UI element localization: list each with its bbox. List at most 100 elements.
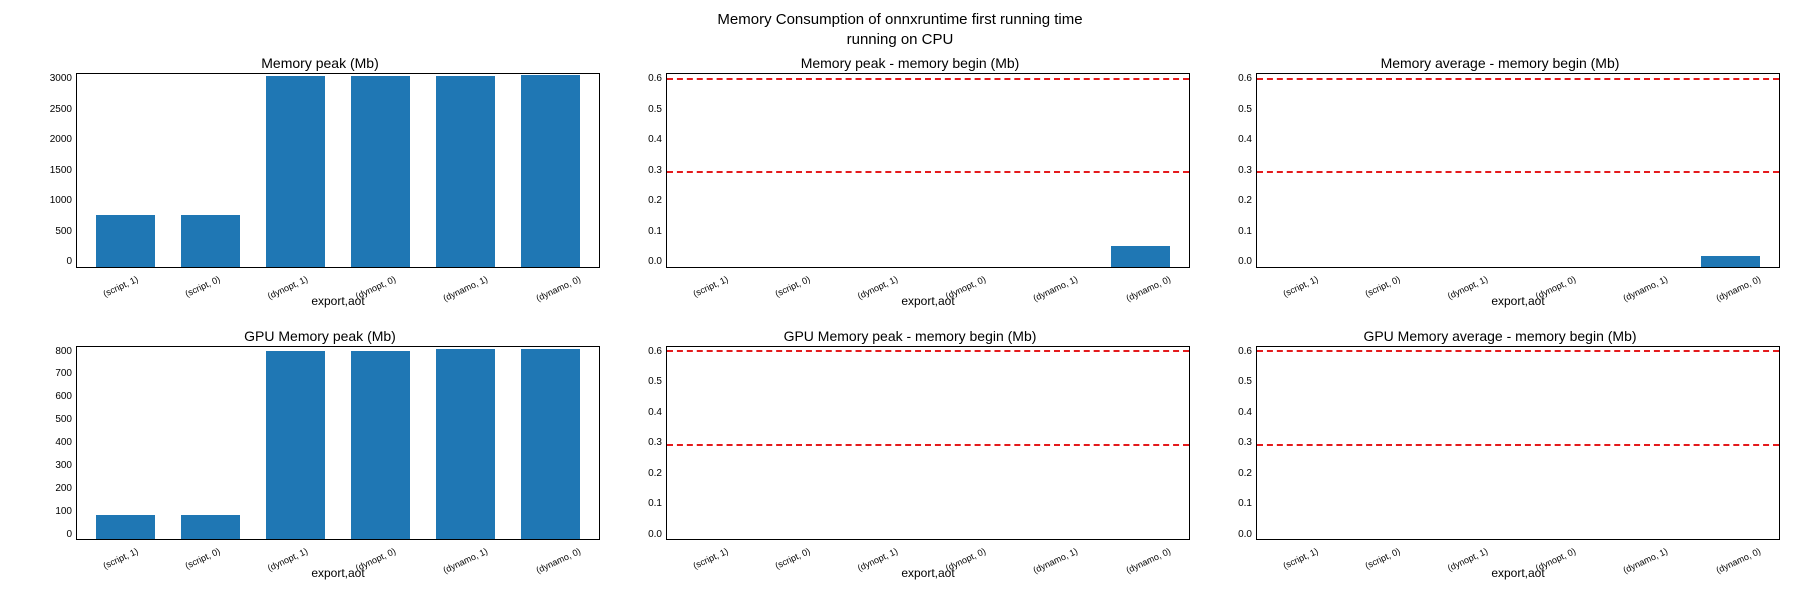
bar-slot <box>758 74 843 267</box>
bar <box>96 215 156 267</box>
y-tick: 2000 <box>50 134 72 145</box>
y-tick: 400 <box>55 437 72 448</box>
y-tick: 0.3 <box>1238 165 1252 176</box>
bar <box>351 76 411 266</box>
bar-slot <box>843 74 928 267</box>
bars <box>1257 347 1779 540</box>
subplot-3: GPU Memory peak (Mb)80070060050040030020… <box>40 328 600 581</box>
bar <box>1701 256 1761 266</box>
bars <box>77 74 599 267</box>
bar-slot <box>1098 347 1183 540</box>
y-tick: 200 <box>55 483 72 494</box>
plot-area <box>1256 346 1780 541</box>
y-tick: 600 <box>55 391 72 402</box>
y-tick: 0.2 <box>648 195 662 206</box>
bar-slot <box>253 347 338 540</box>
bar <box>521 75 581 266</box>
subplot-0: Memory peak (Mb)300025002000150010005000… <box>40 55 600 308</box>
bar-slot <box>843 347 928 540</box>
y-tick: 500 <box>55 226 72 237</box>
y-tick: 0.3 <box>648 437 662 448</box>
subplot-5: GPU Memory average - memory begin (Mb) 0.… <box>1220 328 1780 581</box>
y-tick: 800 <box>55 346 72 357</box>
y-tick: 0.1 <box>1238 498 1252 509</box>
y-axis: 0.60.50.40.30.20.10.0 <box>1220 346 1256 541</box>
plot-area <box>76 73 600 268</box>
plot-body: 0.60.50.40.30.20.10.0 <box>1220 346 1780 541</box>
y-axis: 8007006005004003002001000 <box>40 346 76 541</box>
y-tick: 0.4 <box>1238 134 1252 145</box>
bar-slot <box>423 347 508 540</box>
x-axis: (script, 1)(script, 0)(dynopt, 1)(dynopt… <box>630 540 1190 568</box>
subplot-title: Memory average - memory begin (Mb) <box>1220 55 1780 71</box>
y-tick: 3000 <box>50 73 72 84</box>
y-tick: 0.1 <box>648 226 662 237</box>
bar <box>181 215 241 267</box>
y-tick: 0.6 <box>648 73 662 84</box>
bars <box>667 74 1189 267</box>
bar-slot <box>1348 347 1433 540</box>
bar-slot <box>1518 347 1603 540</box>
bar-slot <box>253 74 338 267</box>
y-axis: 0.60.50.40.30.20.10.0 <box>630 346 666 541</box>
bar-slot <box>508 74 593 267</box>
y-tick: 0.5 <box>648 376 662 387</box>
y-tick: 0.2 <box>1238 468 1252 479</box>
subplot-1: Memory peak - memory begin (Mb) 0.6 0.5 0.4… <box>630 55 1190 308</box>
y-tick: 100 <box>55 506 72 517</box>
bars <box>667 347 1189 540</box>
bar-slot <box>1013 74 1098 267</box>
y-tick: 0.4 <box>648 134 662 145</box>
bar-slot <box>1263 347 1348 540</box>
bar-slot <box>1348 74 1433 267</box>
bar <box>266 351 326 539</box>
y-tick: 0.1 <box>648 498 662 509</box>
bar <box>521 349 581 539</box>
bar-slot <box>1603 74 1688 267</box>
bar <box>266 76 326 266</box>
x-axis: (script, 1)(script, 0)(dynopt, 1)(dynopt… <box>40 540 600 568</box>
y-tick: 0.2 <box>1238 195 1252 206</box>
subplot-2: Memory average - memory begin (Mb) 0.6 0.5… <box>1220 55 1780 308</box>
y-tick: 700 <box>55 368 72 379</box>
y-tick: 0.0 <box>648 256 662 267</box>
bar-slot <box>1433 347 1518 540</box>
subplot-title: GPU Memory average - memory begin (Mb) <box>1220 328 1780 344</box>
x-axis: (script, 1)(script, 0)(dynopt, 1)(dynopt… <box>1220 540 1780 568</box>
subplot-title: Memory peak - memory begin (Mb) <box>630 55 1190 71</box>
subplot-grid: Memory peak (Mb)300025002000150010005000… <box>40 55 1780 580</box>
y-tick: 0.2 <box>648 468 662 479</box>
figure: Memory Consumption of onnxruntime first … <box>0 0 1800 600</box>
y-tick: 0.0 <box>648 529 662 540</box>
x-axis: (script, 1)(script, 0)(dynopt, 1)(dynopt… <box>40 268 600 296</box>
plot-body: 0.60.50.40.30.20.10.0 <box>630 346 1190 541</box>
y-tick: 0.5 <box>648 104 662 115</box>
subplot-title: GPU Memory peak (Mb) <box>40 328 600 344</box>
x-label: export,aot <box>630 566 1190 580</box>
plot-area <box>666 346 1190 541</box>
subplot-4: GPU Memory peak - memory begin (Mb)0.60.… <box>630 328 1190 581</box>
subplot-title: GPU Memory peak - memory begin (Mb) <box>630 328 1190 344</box>
y-tick: 300 <box>55 460 72 471</box>
bar <box>1111 246 1171 267</box>
y-tick: 0.6 <box>1238 73 1252 84</box>
y-tick: 2500 <box>50 104 72 115</box>
x-label: export,aot <box>40 566 600 580</box>
y-tick: 0.4 <box>648 407 662 418</box>
x-label: export,aot <box>40 294 600 308</box>
y-tick: 0.6 <box>1238 346 1252 357</box>
y-tick: 0.5 <box>1238 104 1252 115</box>
plot-area <box>666 73 1190 268</box>
plot-body: 8007006005004003002001000 <box>40 346 600 541</box>
bar-slot <box>338 347 423 540</box>
bar <box>181 515 241 539</box>
bar-slot <box>673 74 758 267</box>
y-tick: 0 <box>66 256 72 267</box>
bar-slot <box>1263 74 1348 267</box>
bars <box>77 347 599 540</box>
suptitle-line2: running on CPU <box>847 31 954 48</box>
plot-body: 0.60.50.40.30.20.10.0 <box>630 73 1190 268</box>
x-axis: (script, 1)(script, 0)(dynopt, 1)(dynopt… <box>630 268 1190 296</box>
bar-slot <box>83 74 168 267</box>
y-axis: 300025002000150010005000 <box>40 73 76 268</box>
